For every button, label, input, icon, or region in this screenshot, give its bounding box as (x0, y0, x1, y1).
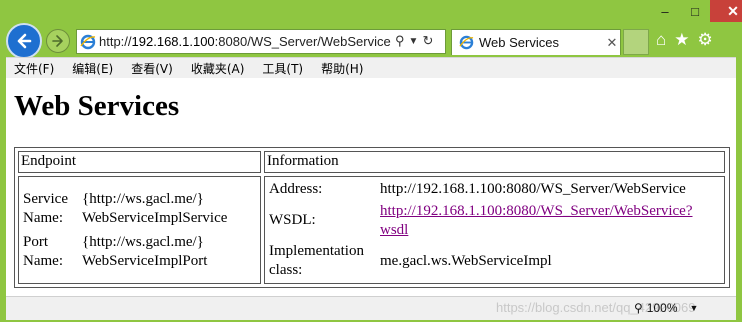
implementation-label-line1: Implementation (269, 243, 364, 259)
address-label: Address: (269, 181, 323, 197)
information-cell: Address: http://192.168.1.100:8080/WS_Se… (264, 176, 725, 284)
service-namespace: {http://ws.gacl.me/} (82, 191, 204, 207)
port-name-label: Port Name: (23, 234, 63, 269)
forward-button[interactable] (46, 29, 70, 53)
url-rest: :8080/WS_Server/WebService (214, 34, 391, 49)
header-endpoint: Endpoint (18, 151, 261, 173)
address-tools: ⚲ ▼ ↻ (395, 33, 433, 51)
zoom-level: 100% (646, 301, 678, 315)
service-local-name: WebServiceImplService (82, 210, 228, 226)
service-name-value: {http://ws.gacl.me/} WebServiceImplServi… (82, 190, 227, 228)
header-information: Information (264, 151, 725, 173)
maximize-icon[interactable]: □ (680, 0, 710, 22)
zoom-dropdown-icon[interactable]: ▼ (690, 303, 699, 313)
page-title: Web Services (14, 90, 180, 122)
wsdl-link-line1: http://192.168.1.100:8080/WS_Server/WebS… (380, 203, 693, 219)
port-local-name: WebServiceImplPort (82, 253, 208, 269)
port-namespace: {http://ws.gacl.me/} (82, 234, 204, 250)
search-icon[interactable]: ⚲ (395, 33, 405, 51)
wsdl-label: WSDL: (269, 212, 316, 228)
zoom-control[interactable]: ⚲ 100% ▼ (634, 301, 698, 315)
forward-arrow-icon (52, 35, 63, 47)
address-row: Address: http://192.168.1.100:8080/WS_Se… (269, 180, 686, 199)
close-icon[interactable]: ✕ (710, 0, 742, 22)
tab-web-services[interactable]: Web Services ✕ (451, 29, 621, 55)
wsdl-row: WSDL: http://192.168.1.100:8080/WS_Serve… (269, 202, 693, 240)
implementation-label-line2: class: (269, 262, 303, 278)
zoom-icon: ⚲ (634, 301, 643, 315)
ie-page-icon (77, 32, 99, 52)
home-icon[interactable]: ⌂ (656, 30, 666, 50)
new-tab-button[interactable] (623, 29, 649, 55)
window-controls: – □ ✕ (650, 0, 742, 22)
gear-icon[interactable]: ⚙ (698, 30, 713, 50)
dropdown-icon[interactable]: ▼ (409, 33, 419, 51)
ie-tab-icon (456, 34, 476, 52)
url-prefix: http:// (99, 34, 132, 49)
address-url[interactable]: http://192.168.1.100:8080/WS_Server/WebS… (99, 34, 391, 49)
menu-bar: 文件(F) 编辑(E) 查看(V) 收藏夹(A) 工具(T) 帮助(H) (6, 57, 736, 78)
service-name-label: Service Name: (23, 191, 68, 226)
menu-view[interactable]: 查看(V) (131, 60, 173, 77)
address-bar[interactable]: http://192.168.1.100:8080/WS_Server/WebS… (76, 29, 446, 54)
services-table: Endpoint Information Service Name: {http… (14, 147, 730, 288)
menu-edit[interactable]: 编辑(E) (72, 60, 113, 77)
status-bar: https://blog.csdn.net/qq_42920069 ⚲ 100%… (6, 296, 736, 320)
url-host: 192.168.1.100 (131, 34, 215, 49)
port-name-row: Port Name: {http://ws.gacl.me/} WebServi… (23, 233, 207, 271)
menu-tools[interactable]: 工具(T) (262, 60, 303, 77)
back-button[interactable] (6, 23, 42, 59)
page-content: Web Services Endpoint Information Servic… (6, 78, 736, 296)
browser-toolbar: ⌂ ★ ⚙ (656, 30, 713, 50)
menu-favorites[interactable]: 收藏夹(A) (191, 60, 245, 77)
menu-file[interactable]: 文件(F) (14, 60, 54, 77)
endpoint-cell: Service Name: {http://ws.gacl.me/} WebSe… (18, 176, 261, 284)
implementation-value: me.gacl.ws.WebServiceImpl (380, 253, 552, 269)
star-icon[interactable]: ★ (674, 30, 689, 50)
wsdl-link[interactable]: http://192.168.1.100:8080/WS_Server/WebS… (380, 202, 693, 240)
back-arrow-icon (17, 33, 32, 49)
tab-close-icon[interactable]: ✕ (604, 35, 620, 51)
port-name-value: {http://ws.gacl.me/} WebServiceImplPort (82, 233, 207, 271)
browser-window: – □ ✕ http://192.168.1.100:8080/WS_Serve… (0, 0, 742, 322)
menu-help[interactable]: 帮助(H) (321, 60, 363, 77)
implementation-row: Implementation class: me.gacl.ws.WebServ… (269, 242, 552, 280)
refresh-icon[interactable]: ↻ (422, 33, 433, 51)
tab-title: Web Services (479, 35, 559, 50)
address-value: http://192.168.1.100:8080/WS_Server/WebS… (380, 181, 686, 197)
service-name-row: Service Name: {http://ws.gacl.me/} WebSe… (23, 190, 227, 228)
minimize-icon[interactable]: – (650, 0, 680, 22)
wsdl-link-line2: wsdl (380, 222, 409, 238)
implementation-label: Implementation class: (269, 242, 380, 280)
